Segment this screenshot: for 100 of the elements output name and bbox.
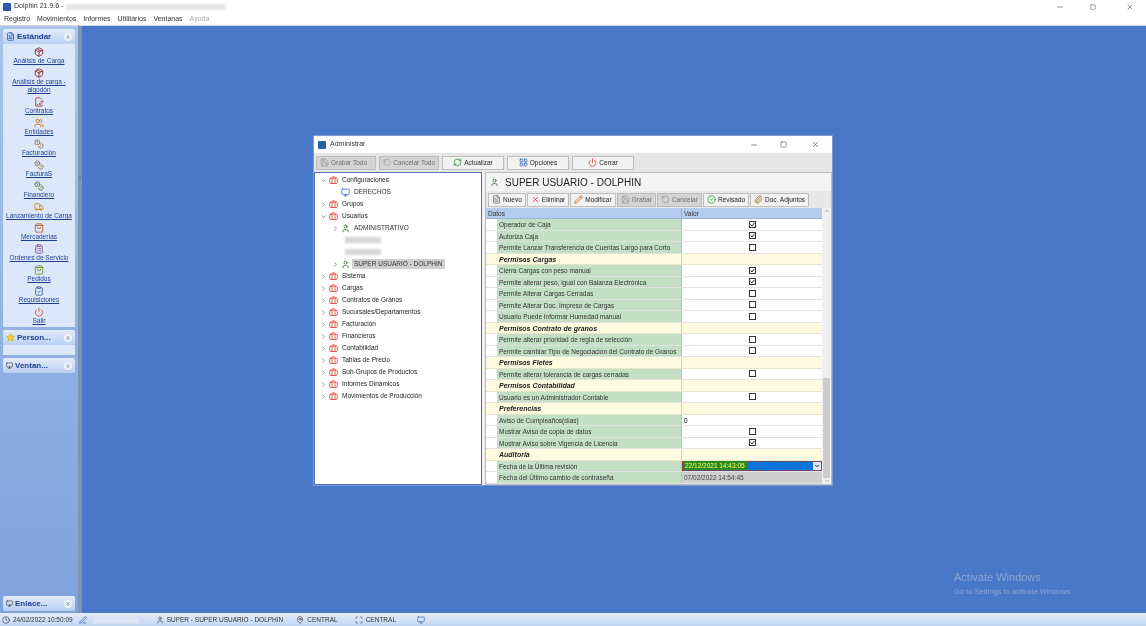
checkbox[interactable] bbox=[748, 301, 756, 309]
nav-icon[interactable] bbox=[34, 181, 44, 191]
nav-icon[interactable] bbox=[34, 265, 44, 275]
scroll-down-icon[interactable] bbox=[823, 478, 830, 484]
briefcase-icon bbox=[329, 283, 338, 293]
maximize-icon[interactable] bbox=[780, 141, 787, 148]
undo-icon bbox=[660, 195, 670, 204]
nav-icon[interactable] bbox=[34, 244, 44, 254]
expand-toggle[interactable] bbox=[331, 260, 339, 268]
expand-toggle[interactable] bbox=[319, 296, 327, 304]
expand-toggle[interactable] bbox=[331, 224, 339, 232]
panel-title: Ventan... bbox=[15, 359, 49, 372]
nav-icon[interactable] bbox=[34, 202, 44, 212]
expand-toggle[interactable] bbox=[319, 200, 327, 208]
location-icon bbox=[296, 615, 305, 624]
panel-header[interactable]: Ventan... bbox=[3, 358, 75, 373]
collapse-toggle[interactable] bbox=[64, 599, 72, 608]
nav-icon[interactable] bbox=[34, 97, 44, 107]
nav-icon[interactable] bbox=[34, 286, 44, 296]
briefcase-icon bbox=[329, 307, 338, 317]
briefcase-icon bbox=[329, 391, 338, 401]
briefcase-icon bbox=[329, 295, 338, 305]
checkbox[interactable] bbox=[748, 427, 756, 435]
checkbox[interactable] bbox=[748, 312, 756, 320]
panel-icon bbox=[6, 600, 13, 607]
nav-icon[interactable] bbox=[34, 139, 44, 149]
clock-icon bbox=[2, 615, 10, 624]
user-icon bbox=[341, 223, 350, 233]
expand-toggle[interactable] bbox=[319, 284, 327, 292]
briefcase-icon bbox=[329, 175, 338, 185]
blurred-label bbox=[345, 249, 381, 255]
undo-icon bbox=[383, 158, 392, 167]
restore-icon[interactable] bbox=[1090, 3, 1096, 10]
nav-icon[interactable] bbox=[34, 118, 44, 128]
expand-toggle[interactable] bbox=[319, 344, 327, 352]
expand-toggle[interactable] bbox=[319, 212, 327, 220]
close-icon[interactable] bbox=[1126, 2, 1134, 11]
nav-icon[interactable] bbox=[34, 68, 44, 78]
checkbox[interactable] bbox=[748, 278, 756, 286]
scroll-thumb[interactable] bbox=[823, 378, 830, 478]
panel-icon bbox=[6, 362, 13, 369]
monitor-icon bbox=[417, 615, 425, 624]
collapse-toggle[interactable] bbox=[64, 333, 72, 342]
panel-title: Estándar bbox=[17, 30, 53, 43]
panel-header[interactable]: Person... bbox=[3, 330, 75, 345]
briefcase-icon bbox=[329, 319, 338, 329]
expand-toggle[interactable] bbox=[319, 392, 327, 400]
checkbox[interactable] bbox=[748, 347, 756, 355]
activation-title: Activate Windows bbox=[954, 570, 1042, 585]
checkbox[interactable] bbox=[748, 335, 756, 343]
collapse-toggle[interactable] bbox=[64, 32, 72, 41]
checkbox[interactable] bbox=[748, 220, 756, 228]
expand-toggle[interactable] bbox=[319, 320, 327, 328]
expand-toggle[interactable] bbox=[319, 332, 327, 340]
power-icon bbox=[588, 158, 598, 167]
expand-toggle[interactable] bbox=[319, 380, 327, 388]
star-icon bbox=[6, 333, 15, 342]
checkbox[interactable] bbox=[748, 289, 756, 297]
panel-header[interactable]: Enlace... bbox=[3, 596, 75, 611]
briefcase-icon bbox=[329, 355, 338, 365]
checkbox[interactable] bbox=[748, 266, 756, 274]
paperclip-icon bbox=[754, 195, 763, 204]
checkbox[interactable] bbox=[748, 243, 756, 251]
briefcase-icon bbox=[329, 199, 338, 209]
checkbox[interactable] bbox=[748, 439, 756, 447]
dropdown-arrow-icon[interactable] bbox=[813, 461, 821, 470]
expand-toggle[interactable] bbox=[319, 308, 327, 316]
checkbox[interactable] bbox=[748, 232, 756, 240]
scrollbar[interactable] bbox=[822, 208, 831, 484]
expand-toggle[interactable] bbox=[319, 356, 327, 364]
briefcase-icon bbox=[329, 331, 338, 341]
panel-title: Enlace... bbox=[15, 597, 49, 610]
close-icon[interactable] bbox=[811, 140, 820, 149]
app-icon bbox=[3, 2, 11, 11]
pencil-icon bbox=[574, 195, 584, 204]
expand-toggle[interactable] bbox=[319, 272, 327, 280]
expand-toggle[interactable] bbox=[319, 176, 327, 184]
frame-icon bbox=[354, 615, 363, 624]
briefcase-icon bbox=[329, 343, 338, 353]
collapse-toggle[interactable] bbox=[64, 361, 72, 370]
pen-icon bbox=[78, 615, 87, 624]
panel-body bbox=[3, 345, 75, 355]
grid-icon bbox=[518, 158, 528, 167]
expand-toggle[interactable] bbox=[319, 368, 327, 376]
nav-icon[interactable] bbox=[34, 47, 44, 57]
blurred-label bbox=[92, 616, 139, 623]
checkbox[interactable] bbox=[748, 393, 756, 401]
blurred-label bbox=[345, 237, 381, 243]
panel-icon bbox=[6, 32, 15, 41]
panel-header[interactable]: Estándar bbox=[3, 29, 75, 44]
detail-title: SUPER USUARIO - DOLPHIN bbox=[505, 175, 642, 190]
nav-icon[interactable] bbox=[34, 307, 44, 317]
save-icon bbox=[620, 195, 630, 204]
briefcase-icon bbox=[329, 379, 338, 389]
checkbox[interactable] bbox=[748, 370, 756, 378]
nav-icon[interactable] bbox=[34, 160, 44, 170]
delete-icon bbox=[530, 195, 540, 204]
panel-title: Person... bbox=[17, 331, 52, 344]
scroll-up-icon[interactable] bbox=[823, 208, 830, 214]
nav-icon[interactable] bbox=[34, 223, 44, 233]
